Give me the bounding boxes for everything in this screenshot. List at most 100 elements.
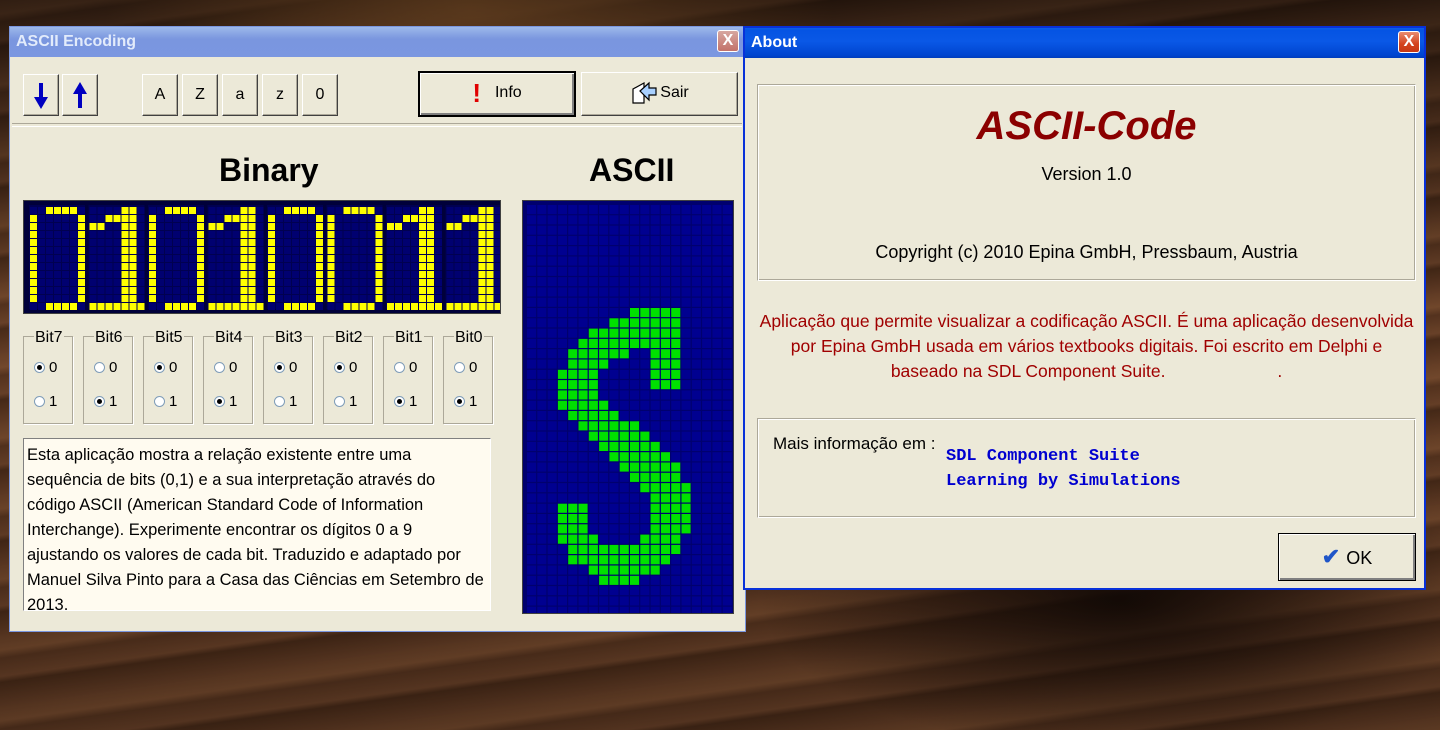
ascii-pixel bbox=[599, 308, 609, 318]
led-pixel bbox=[129, 255, 137, 262]
ascii-pixel bbox=[568, 318, 578, 328]
ascii-pixel bbox=[640, 586, 650, 596]
ascii-pixel bbox=[681, 297, 691, 307]
ascii-pixel bbox=[578, 277, 588, 287]
led-pixel bbox=[411, 223, 418, 230]
led-pixel bbox=[181, 287, 188, 294]
ascii-pixel bbox=[660, 328, 670, 338]
bit-radio-1[interactable]: 1 bbox=[274, 393, 297, 410]
led-pixel bbox=[427, 263, 434, 270]
led-pixel bbox=[351, 239, 359, 246]
char-button-0[interactable]: 0 bbox=[302, 74, 338, 116]
ascii-pixel bbox=[630, 472, 640, 482]
led-pixel bbox=[308, 271, 315, 278]
led-pixel bbox=[232, 271, 240, 278]
ascii-pixel bbox=[599, 606, 609, 616]
char-button-Z[interactable]: Z bbox=[182, 74, 218, 116]
bit-radio-1[interactable]: 1 bbox=[394, 393, 417, 410]
bit-radio-1[interactable]: 1 bbox=[154, 393, 177, 410]
previous-char-button[interactable] bbox=[23, 74, 59, 116]
bit-radio-1[interactable]: 1 bbox=[214, 393, 237, 410]
ascii-pixel bbox=[557, 338, 567, 348]
bit-radio-0[interactable]: 0 bbox=[94, 359, 117, 376]
ascii-pixel bbox=[599, 338, 609, 348]
ascii-pixel bbox=[588, 297, 598, 307]
ascii-pixel bbox=[712, 431, 722, 441]
close-icon[interactable]: X bbox=[717, 30, 739, 52]
ascii-pixel bbox=[681, 277, 691, 287]
bit-radio-1[interactable]: 1 bbox=[454, 393, 477, 410]
led-pixel bbox=[276, 271, 283, 278]
led-pixel bbox=[486, 223, 494, 230]
ascii-pixel bbox=[599, 277, 609, 287]
ascii-pixel bbox=[671, 606, 681, 616]
ascii-pixel bbox=[599, 555, 609, 565]
bit-radio-0[interactable]: 0 bbox=[394, 359, 417, 376]
ascii-pixel bbox=[671, 349, 681, 359]
bit-radio-0[interactable]: 0 bbox=[154, 359, 177, 376]
description-text: Esta aplicação mostra a relação existent… bbox=[23, 438, 491, 614]
led-pixel bbox=[486, 287, 494, 294]
bit-radio-0[interactable]: 0 bbox=[454, 359, 477, 376]
led-pixel bbox=[38, 295, 45, 302]
led-pixel bbox=[359, 239, 367, 246]
led-pixel bbox=[292, 287, 299, 294]
led-pixel bbox=[46, 287, 53, 294]
ok-button[interactable]: ✔ OK bbox=[1278, 533, 1416, 581]
char-button-A[interactable]: A bbox=[142, 74, 178, 116]
led-pixel bbox=[395, 263, 402, 270]
ascii-pixel bbox=[578, 575, 588, 585]
led-pixel bbox=[208, 303, 216, 310]
ascii-pixel bbox=[527, 297, 537, 307]
led-pixel bbox=[494, 239, 500, 246]
ascii-pixel bbox=[599, 462, 609, 472]
radio-label: 0 bbox=[349, 359, 358, 376]
ascii-pixel bbox=[702, 256, 712, 266]
led-pixel bbox=[435, 231, 442, 238]
led-pixel bbox=[113, 231, 121, 238]
ascii-character bbox=[527, 205, 732, 616]
link-sdl-component-suite[interactable]: SDL Component Suite bbox=[946, 447, 1140, 466]
ascii-pixel bbox=[691, 565, 701, 575]
led-pixel bbox=[149, 223, 156, 230]
led-pixel bbox=[149, 287, 156, 294]
led-pixel bbox=[173, 255, 180, 262]
bit-radio-1[interactable]: 1 bbox=[334, 393, 357, 410]
led-pixel bbox=[38, 247, 45, 254]
led-pixel bbox=[78, 223, 85, 230]
led-pixel bbox=[276, 287, 283, 294]
ascii-pixel bbox=[712, 246, 722, 256]
ascii-pixel bbox=[527, 534, 537, 544]
led-pixel bbox=[149, 303, 156, 310]
bit-radio-1[interactable]: 1 bbox=[94, 393, 117, 410]
char-button-z[interactable]: z bbox=[262, 74, 298, 116]
ascii-pixel bbox=[568, 205, 578, 215]
ascii-pixel bbox=[588, 565, 598, 575]
led-pixel bbox=[292, 247, 299, 254]
next-char-button[interactable] bbox=[62, 74, 98, 116]
info-button[interactable]: ! Info bbox=[418, 71, 576, 117]
ascii-pixel bbox=[650, 328, 660, 338]
exit-button[interactable]: Sair bbox=[581, 72, 738, 116]
bit-radio-1[interactable]: 1 bbox=[34, 393, 57, 410]
ascii-pixel bbox=[650, 308, 660, 318]
ascii-pixel bbox=[527, 503, 537, 513]
char-button-a[interactable]: a bbox=[222, 74, 258, 116]
bit-radio-0[interactable]: 0 bbox=[34, 359, 57, 376]
about-close-icon[interactable]: X bbox=[1398, 31, 1420, 53]
link-learning-by-simulations[interactable]: Learning by Simulations bbox=[946, 472, 1181, 491]
bit-radio-0[interactable]: 0 bbox=[214, 359, 237, 376]
led-pixel bbox=[284, 239, 291, 246]
ascii-pixel bbox=[650, 472, 660, 482]
led-pixel bbox=[292, 255, 299, 262]
led-pixel bbox=[46, 215, 53, 222]
led-pixel bbox=[359, 231, 367, 238]
bit-radio-0[interactable]: 0 bbox=[274, 359, 297, 376]
ascii-pixel bbox=[537, 575, 547, 585]
main-titlebar[interactable]: ASCII Encoding X bbox=[10, 27, 745, 57]
led-pixel bbox=[316, 295, 323, 302]
about-titlebar[interactable]: About X bbox=[745, 28, 1424, 58]
bit-radio-0[interactable]: 0 bbox=[334, 359, 357, 376]
ascii-pixel bbox=[702, 246, 712, 256]
led-pixel bbox=[419, 295, 426, 302]
